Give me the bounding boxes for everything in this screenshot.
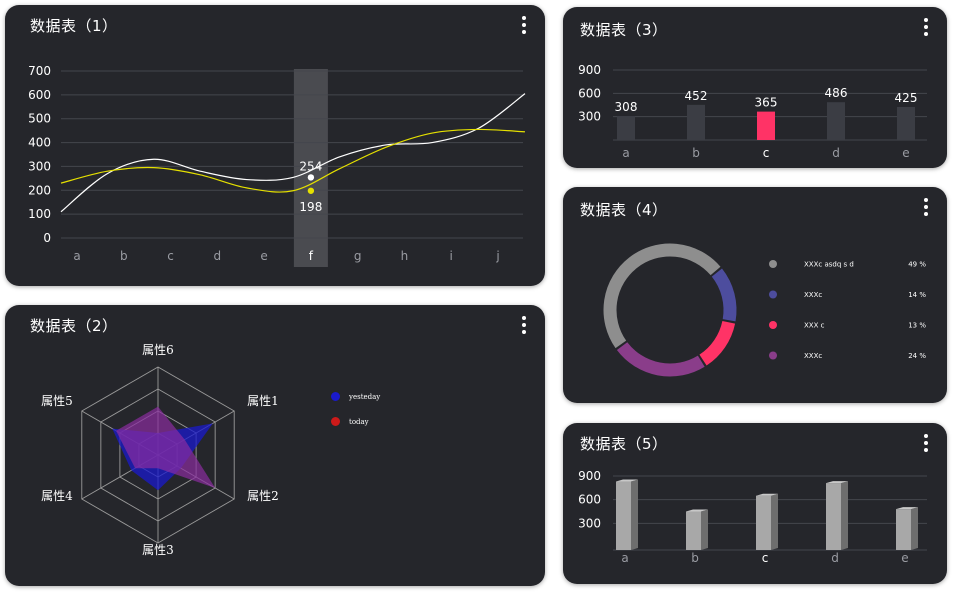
legend-value: 24 %	[908, 352, 926, 360]
legend-label: XXXc asdq s d	[804, 261, 854, 269]
x-tick-label: a	[622, 146, 629, 160]
bar	[616, 481, 631, 550]
x-tick-label: b	[691, 551, 699, 565]
series-line-white	[60, 93, 526, 213]
card-chart-4: 数据表（4） XXXc asdq s d 49 % XXXc 14 % XXX c 13 …	[563, 187, 947, 403]
data-label: 365	[755, 96, 778, 110]
legend-label: XXXc	[804, 352, 822, 360]
bar	[757, 111, 775, 140]
bar	[897, 106, 915, 140]
x-tick-label: e	[901, 551, 908, 565]
y-tick-label: 600	[578, 493, 601, 507]
legend-value: 14 %	[908, 291, 926, 299]
data-label: 425	[895, 91, 918, 105]
x-tick-label: d	[832, 146, 840, 160]
legend-dot	[769, 290, 777, 299]
legend-label: XXX c	[804, 322, 825, 330]
bar-side	[841, 481, 848, 550]
legend-value: 49 %	[908, 261, 926, 269]
x-tick-label: b	[120, 249, 128, 263]
x-tick-label: i	[450, 249, 453, 263]
y-tick-label: 600	[28, 88, 51, 102]
x-tick-label: h	[401, 249, 409, 263]
bar	[826, 483, 841, 550]
radar-chart: 属性1 属性2 属性3 属性4 属性5 属性6	[41, 343, 279, 557]
card-chart-1: 数据表（1） 0 100 200 300 400 500 600 700 a b c d e f g h i j 2…	[5, 5, 545, 286]
data-label: 452	[685, 89, 708, 103]
y-tick-label: 300	[578, 110, 601, 124]
donut-slice	[616, 341, 705, 377]
bar	[686, 511, 701, 550]
y-tick-label: 300	[28, 159, 51, 173]
x-tick-label: g	[354, 249, 362, 263]
legend-dot	[769, 260, 777, 268]
legend-item[interactable]: today	[331, 417, 369, 426]
y-tick-label: 100	[28, 207, 51, 221]
x-tick-label: j	[495, 249, 499, 263]
legend-label: today	[349, 417, 369, 426]
y-tick-label: 900	[578, 63, 601, 77]
data-label: 308	[615, 100, 638, 114]
donut-slice	[711, 268, 737, 322]
legend-label: XXXc	[804, 291, 822, 299]
legend-dot	[331, 417, 340, 426]
radar-indicator-label: 属性3	[142, 543, 174, 557]
x-tick-label: d	[214, 249, 222, 263]
bar-chart: 300 600 900 308 a 452 b 365 c 486 d 425 e	[578, 63, 927, 160]
data-label: 198	[299, 200, 322, 214]
series-line-yellow	[60, 128, 526, 193]
y-tick-label: 0	[43, 231, 51, 245]
legend-dot	[769, 321, 777, 329]
bar	[827, 102, 845, 140]
y-tick-label: 500	[28, 112, 51, 126]
bar	[756, 495, 771, 550]
bar-side	[771, 493, 778, 550]
donut-slice	[699, 320, 736, 366]
radar-indicator-label: 属性2	[247, 489, 279, 503]
x-tick-label: e	[902, 146, 909, 160]
x-tick-label: e	[260, 249, 267, 263]
legend-item[interactable]: yesteday	[331, 392, 380, 401]
x-tick-label: c	[167, 249, 174, 263]
x-tick-label: d	[831, 551, 839, 565]
x-tick-label: a	[73, 249, 80, 263]
card-chart-2: 数据表（2） 属性1 属性2 属性3 属性4 属性5 属性6 yesteday today	[5, 305, 545, 586]
radar-indicator-label: 属性5	[41, 394, 73, 408]
donut-chart: XXXc asdq s d 49 % XXXc 14 % XXX c 13 % XXXc 24…	[603, 243, 926, 377]
card-chart-3: 数据表（3） 300 600 900 308 a 452 b 365 c 486 d 425 e	[563, 7, 947, 168]
data-label: 254	[299, 159, 322, 173]
legend-dot	[769, 351, 777, 360]
bar-3d-chart: 300 600 900 a b c d e	[578, 469, 927, 565]
data-label: 486	[825, 86, 848, 100]
radar-indicator-label: 属性6	[142, 343, 174, 357]
x-tick-label: c	[763, 146, 770, 160]
y-tick-label: 900	[578, 469, 601, 483]
bar-side	[701, 509, 708, 550]
card-chart-5: 数据表（5） 300 600 900 a b c d e	[563, 423, 947, 584]
line-chart: 0100200300400500600700a b c d e f g h i j254198	[28, 64, 526, 267]
bar	[896, 509, 911, 550]
y-tick-label: 300	[578, 516, 601, 530]
legend-label: yesteday	[349, 392, 381, 401]
bar	[687, 104, 705, 140]
highlight-point	[307, 187, 315, 194]
y-tick-label: 700	[28, 64, 51, 78]
x-tick-label: b	[692, 146, 700, 160]
radar-indicator-label: 属性1	[247, 394, 279, 408]
legend-dot	[331, 392, 340, 401]
y-tick-label: 400	[28, 136, 51, 150]
radar-indicator-label: 属性4	[41, 489, 73, 503]
donut-slice	[603, 243, 721, 349]
x-tick-label: c	[762, 551, 769, 565]
y-tick-label: 200	[28, 183, 51, 197]
x-tick-label: a	[621, 551, 628, 565]
highlight-point	[307, 174, 315, 181]
bar	[617, 116, 635, 140]
bar-side	[631, 479, 638, 550]
y-tick-label: 600	[578, 86, 601, 100]
legend-value: 13 %	[908, 322, 926, 330]
bar-side	[911, 507, 918, 550]
